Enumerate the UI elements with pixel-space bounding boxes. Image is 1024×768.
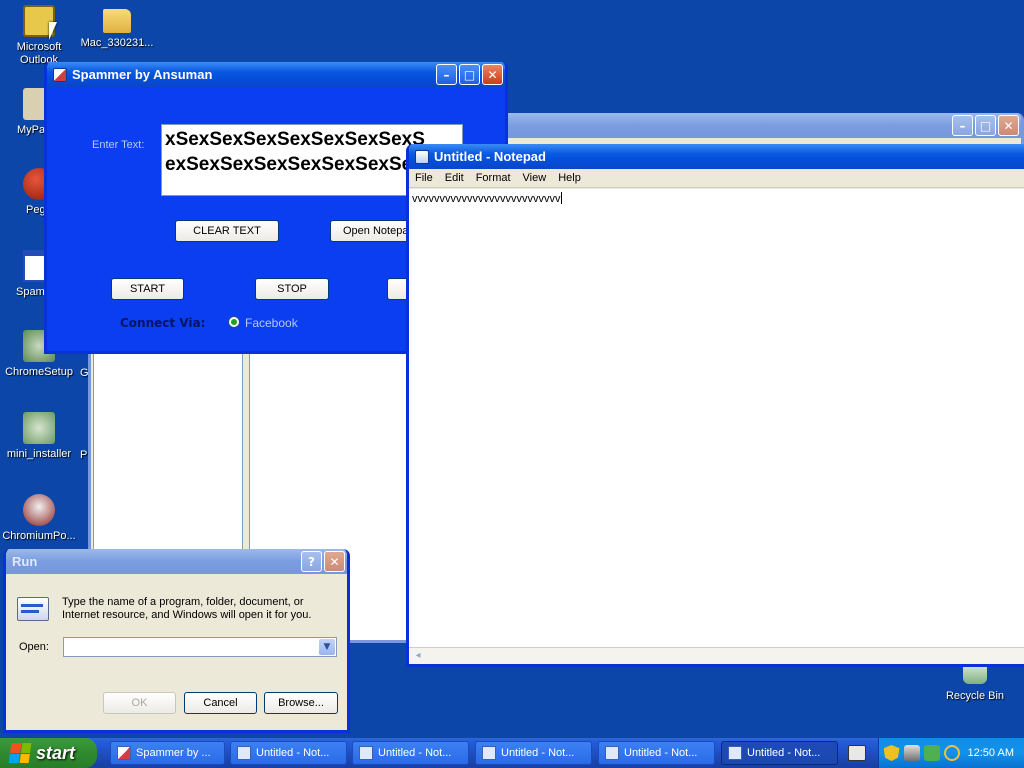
run-titlebar[interactable]: Run ? ✕: [6, 549, 347, 574]
spammer-app-icon: [117, 746, 131, 760]
minimize-icon[interactable]: –: [436, 64, 457, 85]
notepad-app-icon: [415, 149, 429, 164]
notepad-icon: [482, 746, 496, 760]
desktop-icon-label: Mac_330231...: [80, 37, 154, 49]
folder-icon: [103, 9, 131, 33]
desktop-icon-label: mini_installer: [6, 448, 72, 460]
desktop-icon-label: Recycle Bin: [945, 690, 1005, 702]
window-title: Untitled - Notepad: [434, 149, 546, 164]
close-icon[interactable]: ✕: [324, 551, 345, 572]
notepad-content: vvvvvvvvvvvvvvvvvvvvvvvvvvv: [412, 193, 561, 205]
desktop-icon-label: ChromiumPo...: [2, 530, 76, 542]
cancel-button[interactable]: Cancel: [184, 692, 257, 714]
taskbar-item-notepad-active[interactable]: Untitled - Not...: [721, 741, 838, 765]
taskbar-item-label: Untitled - Not...: [501, 747, 575, 759]
start-button[interactable]: START: [111, 278, 184, 300]
help-icon[interactable]: ?: [301, 551, 322, 572]
notepad-menubar: File Edit Format View Help: [409, 169, 1024, 188]
desktop-icon-chromiumpo[interactable]: ChromiumPo...: [0, 494, 78, 543]
spammer-app-icon: [53, 67, 67, 82]
desktop-icon-mac-folder[interactable]: Mac_330231...: [78, 5, 156, 50]
taskbar-item-label: Untitled - Not...: [378, 747, 452, 759]
clock: 12:50 AM: [967, 747, 1014, 759]
taskbar-item-label: Untitled - Not...: [624, 747, 698, 759]
chromium-icon: [23, 494, 55, 526]
minimize-icon[interactable]: –: [952, 115, 973, 136]
taskbar-item-label: Untitled - Not...: [747, 747, 821, 759]
taskbar-item-spammer[interactable]: Spammer by ...: [110, 741, 225, 765]
window-title: Run: [12, 554, 38, 569]
open-input[interactable]: [64, 638, 67, 650]
close-icon[interactable]: ✕: [482, 64, 503, 85]
update-icon[interactable]: [923, 745, 940, 761]
notepad-window[interactable]: Untitled - Notepad File Edit Format View…: [406, 144, 1024, 667]
desktop: Microsoft Outlook MyPa Peg Spam ChromeSe…: [0, 0, 1024, 738]
connect-via-label: Connect Via:: [120, 316, 206, 330]
stop-button[interactable]: STOP: [255, 278, 329, 300]
text-cursor: [560, 192, 562, 204]
taskbar: start Spammer by ... Untitled - Not... U…: [0, 738, 1024, 768]
browse-button[interactable]: Browse...: [264, 692, 338, 714]
open-combobox[interactable]: ▼: [63, 637, 337, 657]
taskbar-item-label: Untitled - Not...: [256, 747, 330, 759]
enter-text-label: Enter Text:: [92, 139, 145, 151]
taskbar-item-notepad[interactable]: Untitled - Not...: [352, 741, 469, 765]
desktop-icon-outlook[interactable]: Microsoft Outlook: [0, 5, 78, 67]
keyboard-icon[interactable]: [848, 745, 866, 761]
notepad-icon: [237, 746, 251, 760]
notepad-icon: [359, 746, 373, 760]
spammer-titlebar[interactable]: Spammer by Ansuman – □ ✕: [47, 62, 505, 87]
desktop-icon-label: ChromeSetup: [5, 366, 73, 378]
search-icon[interactable]: [943, 745, 960, 761]
facebook-radio[interactable]: [228, 316, 240, 328]
scroll-left-icon[interactable]: ◂: [411, 649, 425, 663]
menu-view[interactable]: View: [517, 172, 553, 184]
run-program-icon: [17, 597, 49, 621]
taskbar-item-notepad[interactable]: Untitled - Not...: [598, 741, 715, 765]
network-icon[interactable]: [903, 745, 920, 761]
chevron-down-icon[interactable]: ▼: [319, 639, 335, 655]
notepad-titlebar[interactable]: Untitled - Notepad: [409, 144, 1024, 169]
taskbar-item-notepad[interactable]: Untitled - Not...: [230, 741, 347, 765]
window-title: Spammer by Ansuman: [72, 67, 213, 82]
run-body: Type the name of a program, folder, docu…: [6, 574, 347, 730]
installer-icon: [23, 412, 55, 444]
ok-button[interactable]: OK: [103, 692, 176, 714]
menu-edit[interactable]: Edit: [439, 172, 470, 184]
run-icon-detail: [21, 604, 43, 607]
open-label: Open:: [19, 641, 49, 653]
run-icon-detail: [21, 610, 39, 613]
clear-text-button[interactable]: CLEAR TEXT: [175, 220, 279, 242]
notepad-text-area[interactable]: vvvvvvvvvvvvvvvvvvvvvvvvvvv: [409, 189, 1024, 647]
taskbar-item-label: Spammer by ...: [136, 747, 211, 759]
start-label: start: [36, 742, 76, 763]
horizontal-scrollbar[interactable]: ◂: [409, 647, 1024, 664]
maximize-icon[interactable]: □: [459, 64, 480, 85]
shield-icon[interactable]: [883, 745, 900, 761]
desktop-icon-mini-installer[interactable]: mini_installer: [0, 412, 78, 461]
start-button[interactable]: start: [0, 738, 97, 768]
notepad-icon: [605, 746, 619, 760]
facebook-radio-label: Facebook: [245, 316, 298, 330]
run-description: Type the name of a program, folder, docu…: [62, 596, 312, 621]
windows-logo-icon: [8, 743, 32, 763]
notepad-icon: [728, 746, 742, 760]
system-tray: 12:50 AM: [878, 738, 1024, 768]
mouse-cursor-icon: [49, 22, 57, 40]
desktop-icon-recycle-bin[interactable]: Recycle Bin: [936, 662, 1014, 703]
menu-help[interactable]: Help: [552, 172, 587, 184]
radio-dot-icon: [231, 319, 237, 325]
close-icon[interactable]: ✕: [998, 115, 1019, 136]
taskbar-item-notepad[interactable]: Untitled - Not...: [475, 741, 592, 765]
menu-file[interactable]: File: [409, 172, 439, 184]
maximize-icon[interactable]: □: [975, 115, 996, 136]
menu-format[interactable]: Format: [470, 172, 517, 184]
run-dialog[interactable]: Run ? ✕ Type the name of a program, fold…: [3, 549, 350, 733]
